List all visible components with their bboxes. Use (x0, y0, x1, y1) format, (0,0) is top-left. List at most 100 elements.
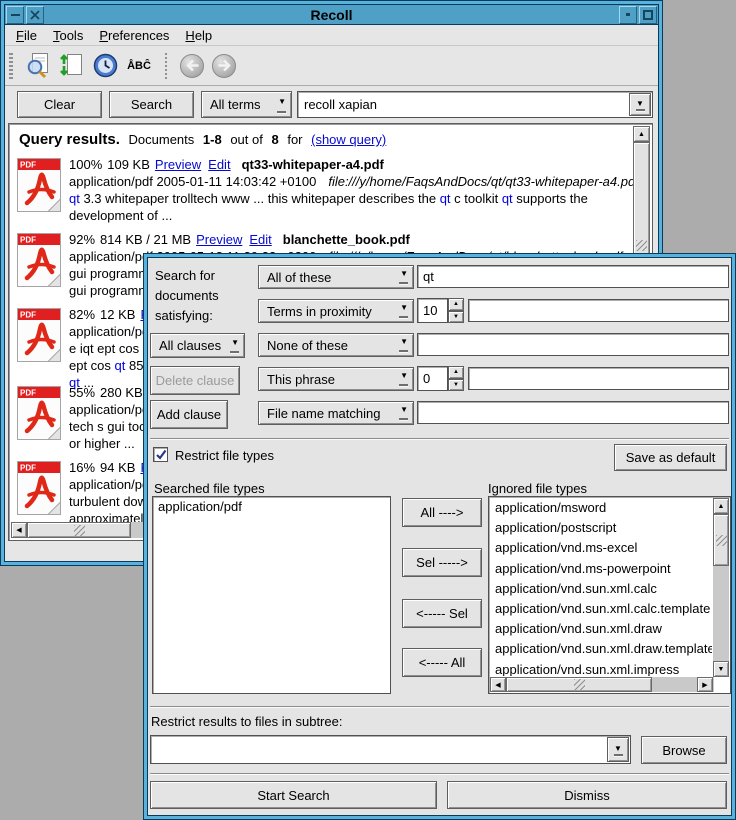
edit-link[interactable]: Edit (249, 232, 271, 247)
phrase-spinbox-value[interactable]: 0 (417, 366, 448, 391)
chevron-down-icon: ▼ (400, 371, 408, 380)
start-search-button[interactable]: Start Search (150, 781, 437, 809)
preview-link[interactable]: Preview (196, 232, 242, 247)
clause-input-3[interactable] (417, 333, 729, 356)
back-button[interactable] (180, 54, 204, 78)
scroll-left-button[interactable]: ◀ (490, 677, 506, 692)
term-explorer-icon[interactable]: ÅBĈ (125, 52, 153, 80)
subtree-combobox[interactable]: ▼ (150, 735, 631, 764)
result-relevance: 82% (69, 307, 95, 322)
chevron-down-icon: ▼ (400, 269, 408, 278)
pdf-file-icon: PDF (17, 461, 61, 518)
scrollbar-thumb[interactable] (713, 514, 729, 566)
show-query-link[interactable]: (show query) (311, 132, 386, 147)
file-type-item[interactable]: application/postscript (490, 518, 712, 538)
scroll-up-button[interactable]: ▲ (713, 498, 729, 514)
result-filename: qt33-whitepaper-a4.pdf (242, 157, 384, 172)
clause-conjunction-select[interactable]: All clauses▼ (150, 333, 245, 358)
add-clause-button[interactable]: Add clause (150, 400, 228, 429)
dot-icon (626, 13, 630, 16)
menu-file[interactable]: File (11, 26, 42, 45)
file-type-item[interactable]: application/vnd.ms-excel (490, 538, 712, 558)
preview-link[interactable]: Preview (155, 157, 201, 172)
scrollbar-thumb[interactable] (27, 522, 131, 538)
close-button[interactable] (26, 6, 44, 24)
chevron-down-icon: ▼ (400, 337, 408, 346)
triangle-up-icon: ▲ (453, 369, 459, 375)
menu-tools[interactable]: Tools (48, 26, 88, 45)
snippet-text: supports the (513, 191, 588, 206)
file-type-item[interactable]: application/vnd.sun.xml.draw.template (490, 639, 712, 659)
result-meta-line: application/pdf 2005-01-11 14:03:42 +010… (69, 173, 629, 190)
move-all-left-button[interactable]: <----- All (402, 648, 482, 677)
search-button[interactable]: Search (109, 91, 194, 118)
move-all-right-button[interactable]: All ----> (402, 498, 482, 527)
spin-down-button[interactable]: ▼ (448, 311, 464, 324)
highlighted-term: qt (440, 191, 451, 206)
scroll-up-button[interactable]: ▲ (633, 126, 650, 142)
clear-button[interactable]: Clear (17, 91, 102, 118)
titlebar[interactable]: Recoll (5, 5, 658, 25)
scrollbar-thumb[interactable] (506, 677, 652, 692)
clause-type-select-5[interactable]: File name matching▼ (258, 401, 414, 425)
edit-link[interactable]: Edit (208, 157, 230, 172)
query-combobox[interactable]: recoll xapian ▼ (297, 91, 653, 118)
spin-up-button[interactable]: ▲ (448, 366, 464, 379)
advanced-search-icon[interactable] (23, 52, 51, 80)
pdf-file-icon: PDF (17, 386, 61, 443)
scroll-down-button[interactable]: ▼ (713, 661, 729, 677)
file-type-item[interactable]: application/vnd.ms-powerpoint (490, 559, 712, 579)
browse-button[interactable]: Browse (641, 736, 727, 764)
result-relevance: 55% (69, 385, 95, 400)
snippet-text: 3.3 whitepaper trolltech www ... this wh… (80, 191, 440, 206)
proximity-spinbox-value[interactable]: 10 (417, 298, 448, 323)
maximize-button[interactable] (639, 6, 657, 24)
clause-type-select-1[interactable]: All of these▼ (258, 265, 414, 289)
searched-file-types-list[interactable]: application/pdf (152, 496, 391, 694)
scroll-left-button[interactable]: ◀ (11, 522, 27, 538)
menu-preferences[interactable]: Preferences (94, 26, 174, 45)
file-type-item[interactable]: application/vnd.sun.xml.draw (490, 619, 712, 639)
result-snippet-line: development of ... (69, 207, 629, 224)
ignored-file-types-list[interactable]: application/mswordapplication/postscript… (488, 496, 731, 694)
toolbar-drag-handle[interactable] (9, 53, 13, 79)
chevron-down-icon: ▼ (614, 744, 622, 753)
move-selected-right-button[interactable]: Sel -----> (402, 548, 482, 577)
phrase-spinbox-buttons[interactable]: ▲ ▼ (448, 366, 464, 391)
maximize-icon (643, 10, 653, 20)
result-size: 109 KB (107, 157, 150, 172)
dismiss-button[interactable]: Dismiss (447, 781, 727, 809)
delete-clause-button[interactable]: Delete clause (150, 366, 240, 395)
subtree-dropdown-button[interactable]: ▼ (607, 737, 629, 762)
file-type-item[interactable]: application/msword (490, 498, 712, 518)
window-menu-button[interactable] (6, 6, 24, 24)
forward-button[interactable] (212, 54, 236, 78)
scroll-right-button[interactable]: ▶ (697, 677, 713, 692)
clause-type-select-4[interactable]: This phrase▼ (258, 367, 414, 391)
clause-input-5[interactable] (417, 401, 729, 424)
restrict-file-types-checkbox[interactable] (153, 447, 168, 462)
history-clock-icon[interactable] (91, 52, 119, 80)
file-type-item[interactable]: application/vnd.sun.xml.calc (490, 579, 712, 599)
triangle-down-icon: ▼ (718, 666, 725, 673)
menu-help[interactable]: Help (180, 26, 217, 45)
clause-type-select-3[interactable]: None of these▼ (258, 333, 414, 357)
clause-input-4[interactable] (468, 367, 729, 390)
shade-button[interactable] (619, 6, 637, 24)
file-type-item[interactable]: application/vnd.sun.xml.impress (490, 660, 712, 676)
save-as-default-button[interactable]: Save as default (614, 444, 727, 471)
search-mode-select[interactable]: All terms ▼ (201, 91, 292, 118)
move-selected-left-button[interactable]: <----- Sel (402, 599, 482, 628)
query-dropdown-button[interactable]: ▼ (629, 93, 651, 116)
clause-type-select-2[interactable]: Terms in proximity▼ (258, 299, 414, 323)
clause-input-2[interactable] (468, 299, 729, 322)
window-title: Recoll (45, 7, 618, 23)
clause-input-1[interactable] (417, 265, 729, 288)
sort-parameters-icon[interactable] (57, 52, 85, 80)
triangle-down-icon: ▼ (453, 314, 459, 320)
file-type-item[interactable]: application/vnd.sun.xml.calc.template (490, 599, 712, 619)
file-type-item[interactable]: application/pdf (153, 497, 390, 517)
spin-down-button[interactable]: ▼ (448, 379, 464, 392)
proximity-spinbox-buttons[interactable]: ▲ ▼ (448, 298, 464, 323)
spin-up-button[interactable]: ▲ (448, 298, 464, 311)
